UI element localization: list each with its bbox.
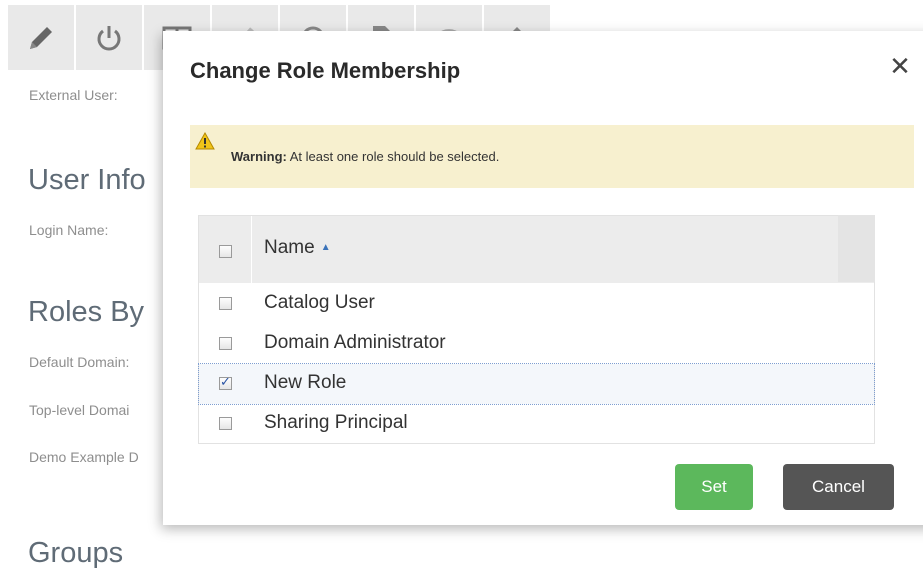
role-name: Domain Administrator <box>264 332 446 353</box>
user-info-heading: User Info <box>28 164 146 196</box>
sort-asc-icon: ▲ <box>320 242 331 254</box>
role-name: Catalog User <box>264 292 375 313</box>
pencil-icon <box>30 26 52 49</box>
warning-text: At least one role should be selected. <box>286 149 500 164</box>
role-checkbox[interactable] <box>219 297 232 310</box>
external-user-label: External User: <box>29 87 118 103</box>
warning-strong: Warning: <box>231 149 287 164</box>
name-column-header[interactable]: Name ▲ <box>264 237 331 259</box>
role-row[interactable]: New Role <box>198 363 875 405</box>
name-column-label: Name <box>264 237 315 258</box>
close-icon[interactable]: ✕ <box>887 53 913 79</box>
roles-heading: Roles By <box>28 296 145 328</box>
select-all-cell <box>199 216 252 283</box>
default-domain-label: Default Domain: <box>29 354 130 370</box>
warning-message: Warning: At least one role should be sel… <box>231 149 499 164</box>
role-row[interactable]: Catalog User <box>199 284 874 324</box>
power-icon <box>97 25 121 50</box>
role-row[interactable]: Sharing Principal <box>199 404 874 444</box>
edit-button[interactable] <box>8 5 74 70</box>
demo-example-label: Demo Example D <box>29 449 139 465</box>
roles-grid: Name ▲ Catalog User Domain Administrator … <box>198 215 875 444</box>
warning-icon <box>195 132 215 150</box>
role-name: New Role <box>264 372 347 393</box>
top-level-domain-label: Top-level Domai <box>29 402 130 418</box>
power-button[interactable] <box>76 5 142 70</box>
role-checkbox[interactable] <box>219 374 232 390</box>
role-checkbox[interactable] <box>219 417 232 430</box>
dialog-title: Change Role Membership <box>190 58 461 83</box>
grid-scrollbar-header <box>838 215 875 282</box>
role-row[interactable]: Domain Administrator <box>199 324 874 364</box>
role-name: Sharing Principal <box>264 412 408 433</box>
select-all-checkbox[interactable] <box>219 245 232 258</box>
change-role-dialog: Change Role Membership ✕ Warning: At lea… <box>163 31 923 525</box>
groups-heading: Groups <box>28 537 124 569</box>
grid-header: Name ▲ <box>199 216 874 283</box>
warning-banner: Warning: At least one role should be sel… <box>190 125 914 188</box>
set-button[interactable]: Set <box>675 464 753 510</box>
login-name-label: Login Name: <box>29 222 109 238</box>
cancel-button[interactable]: Cancel <box>783 464 894 510</box>
role-checkbox[interactable] <box>219 337 232 350</box>
